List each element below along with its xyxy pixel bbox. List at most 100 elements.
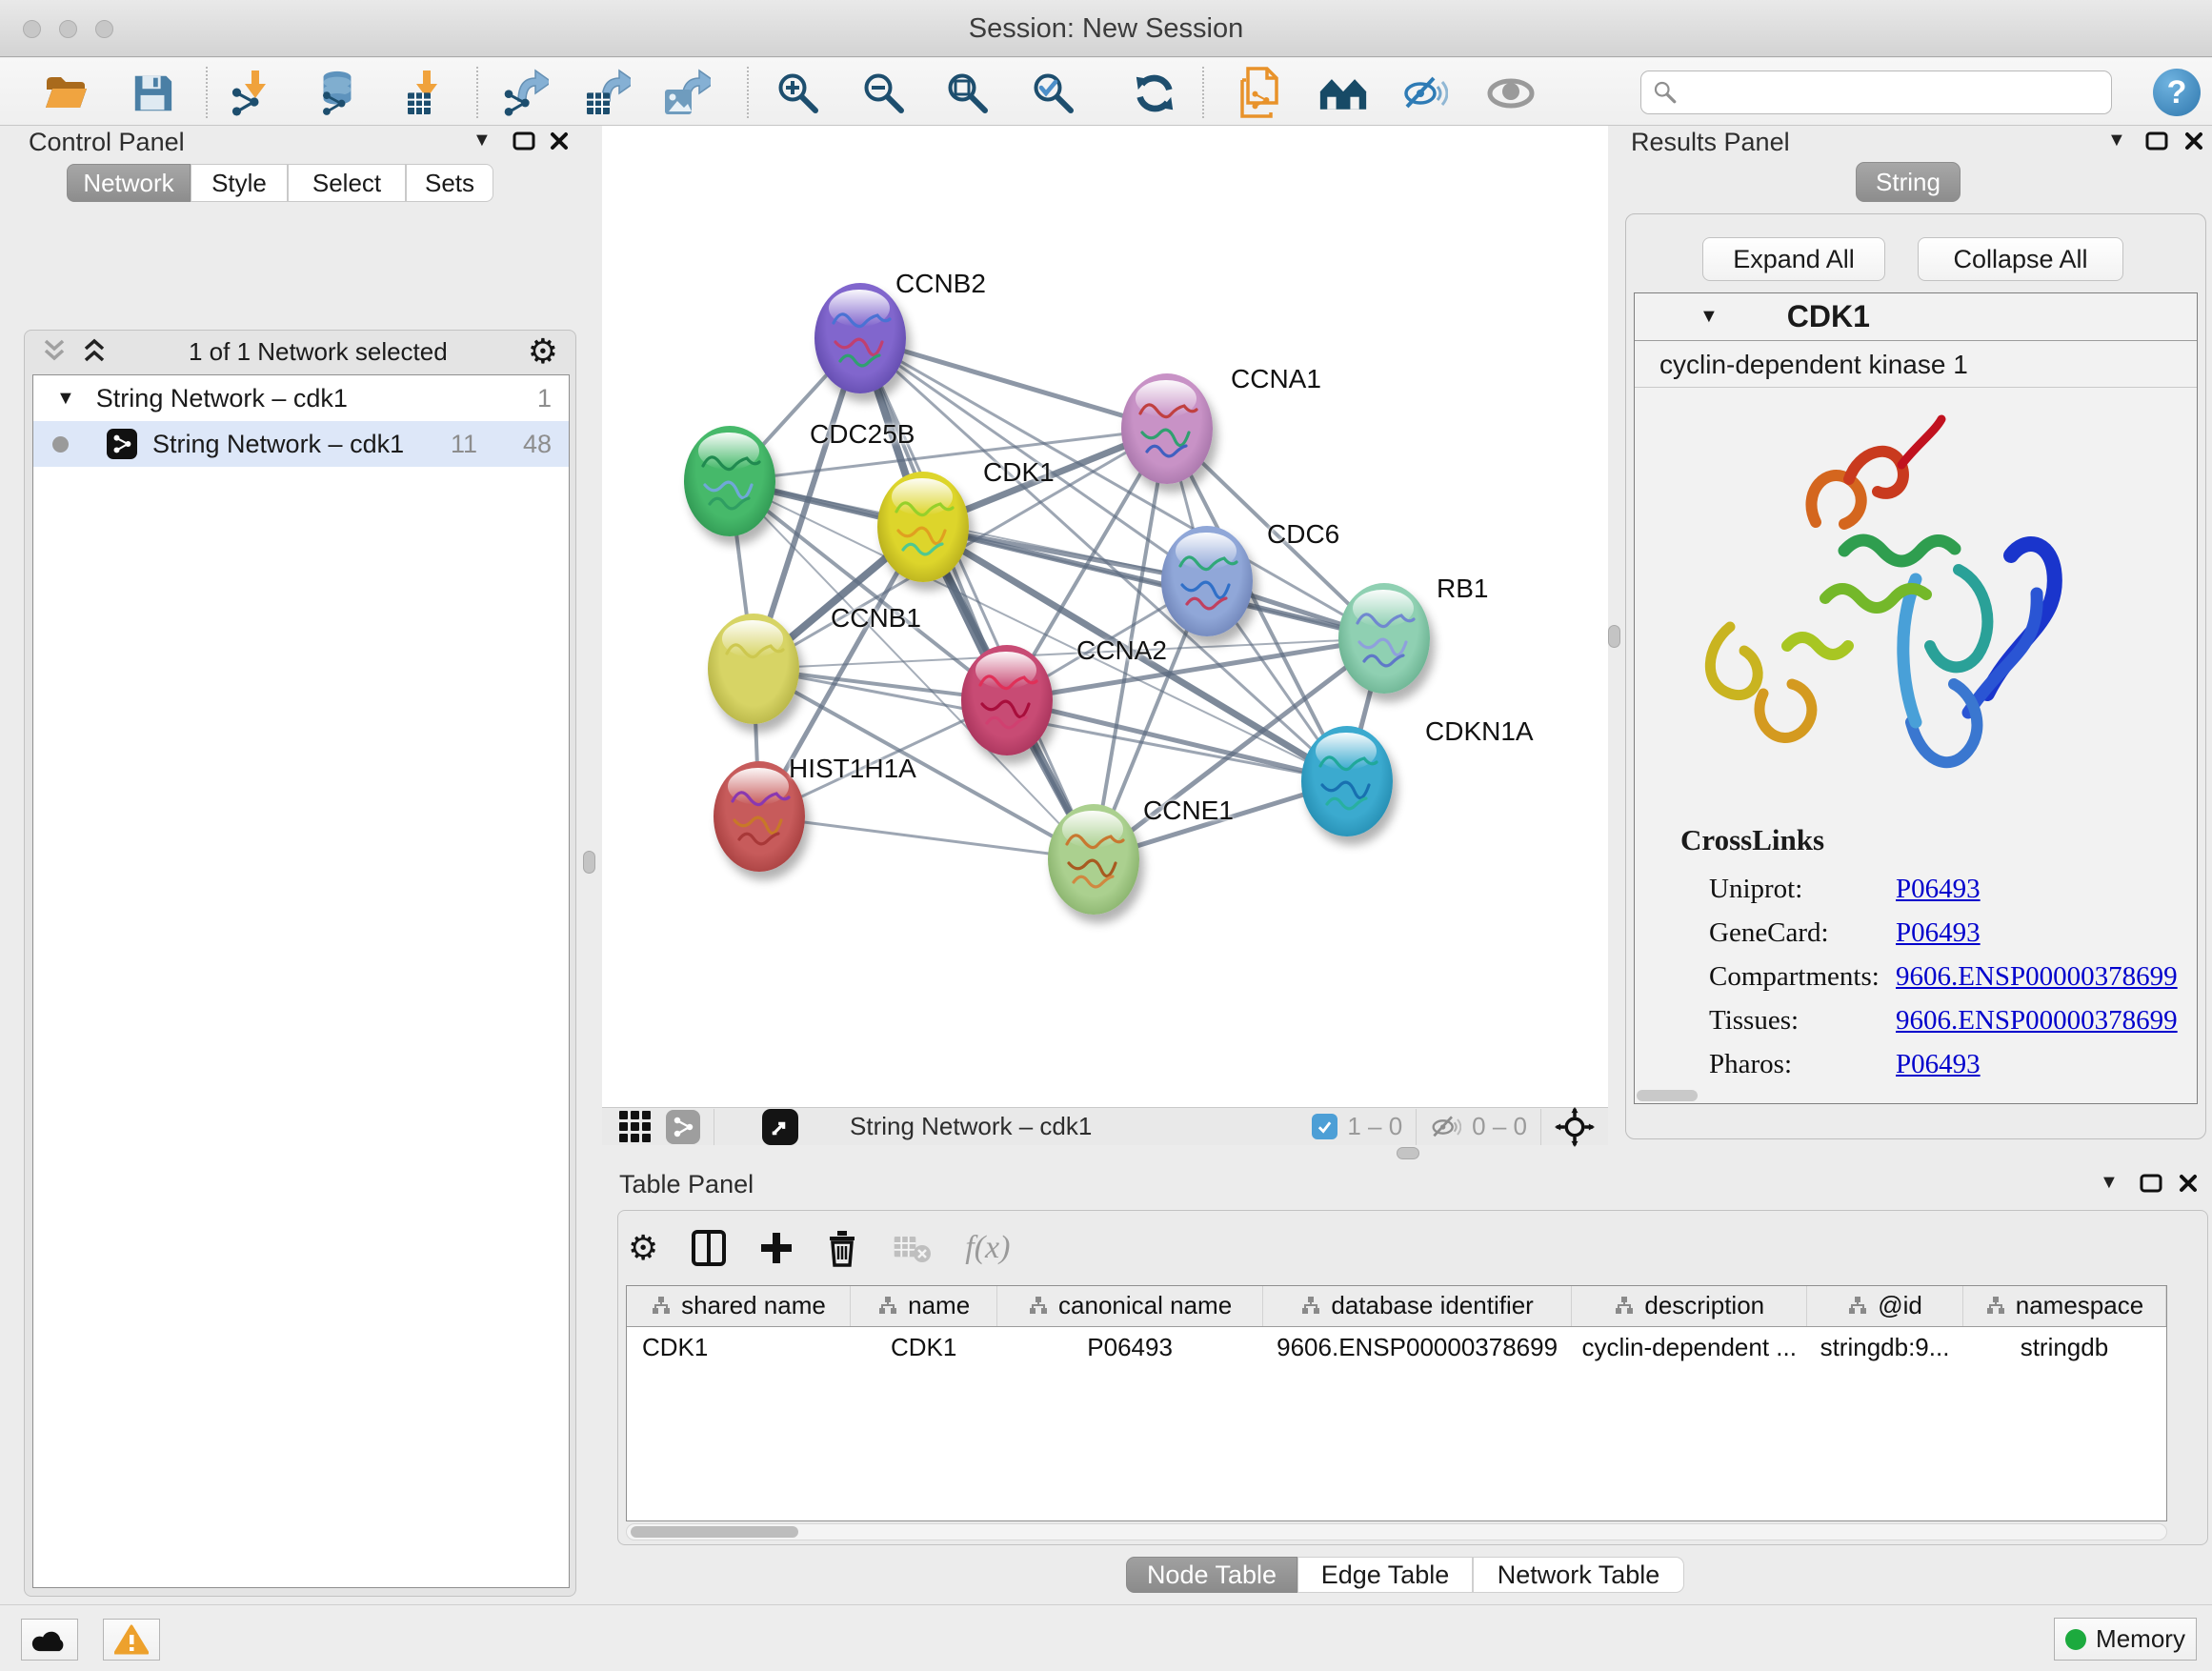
column-header-description[interactable]: description	[1572, 1286, 1807, 1326]
column-header-namespace[interactable]: namespace	[1962, 1286, 2165, 1326]
delete-table-icon[interactable]	[891, 1232, 933, 1264]
selected-checkbox-icon[interactable]	[1312, 1114, 1337, 1139]
collapse-all-icon[interactable]	[40, 337, 69, 366]
table-cell[interactable]: P06493	[997, 1326, 1262, 1368]
refresh-icon[interactable]	[1130, 69, 1179, 118]
delete-column-icon[interactable]	[826, 1229, 858, 1267]
table-panel-menu-icon[interactable]: ▼	[2100, 1172, 2119, 1194]
results-panel-close-icon[interactable]	[2183, 131, 2204, 151]
column-header-name[interactable]: name	[850, 1286, 996, 1326]
network-node-CCNE1[interactable]	[1048, 804, 1139, 915]
tab-node-table[interactable]: Node Table	[1126, 1557, 1297, 1593]
search-input[interactable]	[1678, 78, 2111, 108]
birdseye-crosshair-icon[interactable]	[1555, 1107, 1595, 1147]
network-node-CDC25B[interactable]	[684, 426, 775, 536]
network-edge[interactable]	[1007, 700, 1347, 781]
import-network-file-icon[interactable]	[227, 69, 276, 118]
table-options-gear-icon[interactable]: ⚙	[628, 1231, 658, 1265]
tab-network-table[interactable]: Network Table	[1473, 1557, 1684, 1593]
toolbar-search[interactable]	[1640, 70, 2112, 114]
table-cell[interactable]: 9606.ENSP00000378699	[1262, 1326, 1572, 1368]
cloud-button[interactable]	[21, 1619, 78, 1661]
table-hscrollbar[interactable]	[626, 1523, 2167, 1540]
home-icon[interactable]	[1318, 69, 1368, 118]
crosslink-link[interactable]: P06493	[1896, 1049, 1981, 1080]
tab-style[interactable]: Style	[191, 164, 288, 202]
protein-header[interactable]: ▼ CDK1	[1635, 293, 2197, 341]
export-image-icon[interactable]	[661, 69, 711, 118]
zoom-in-icon[interactable]	[774, 69, 823, 118]
import-network-database-icon[interactable]	[312, 69, 362, 118]
tab-network[interactable]: Network	[67, 164, 191, 202]
table-cell[interactable]: cyclin-dependent ...	[1572, 1326, 1807, 1368]
save-session-icon[interactable]	[128, 69, 177, 118]
export-table-icon[interactable]	[581, 69, 631, 118]
protein-collapse-icon[interactable]: ▼	[1699, 306, 1719, 328]
network-node-CCNB1[interactable]	[708, 614, 799, 724]
control-panel-menu-icon[interactable]: ▼	[473, 130, 492, 151]
hidden-eye-icon[interactable]	[1430, 1112, 1462, 1142]
table-panel-close-icon[interactable]	[2178, 1173, 2199, 1194]
results-hscroll-thumb[interactable]	[1637, 1090, 1698, 1101]
table-cell[interactable]: stringdb	[1962, 1326, 2165, 1368]
network-node-CDC6[interactable]	[1161, 526, 1253, 636]
tab-sets[interactable]: Sets	[406, 164, 493, 202]
results-panel-menu-icon[interactable]: ▼	[2107, 130, 2126, 151]
string-import-file-icon[interactable]	[1238, 69, 1288, 118]
detach-view-icon[interactable]	[762, 1109, 798, 1145]
expand-all-button[interactable]: Expand All	[1702, 237, 1885, 281]
node-label-CCNB2: CCNB2	[895, 269, 986, 299]
table-cell[interactable]: stringdb:9...	[1807, 1326, 1963, 1368]
hide-glass-eye-icon[interactable]	[1400, 69, 1450, 118]
network-canvas[interactable]: CCNB2CCNA1CDC25BCDK1CDC6RB1CCNB1CCNA2CDK…	[602, 126, 1608, 1107]
table-cell[interactable]: CDK1	[850, 1326, 996, 1368]
network-collection-row[interactable]: ▼ String Network – cdk1 1	[33, 375, 569, 421]
table-panel-float-icon[interactable]	[2140, 1174, 2162, 1193]
tab-edge-table[interactable]: Edge Table	[1297, 1557, 1473, 1593]
network-row-selected[interactable]: String Network – cdk1 11 48	[33, 421, 569, 467]
import-table-icon[interactable]	[398, 69, 448, 118]
collapse-all-button[interactable]: Collapse All	[1918, 237, 2123, 281]
crosslink-link[interactable]: P06493	[1896, 917, 1981, 949]
network-node-CDK1[interactable]	[877, 472, 969, 582]
zoom-fit-icon[interactable]	[943, 69, 993, 118]
network-node-CCNA1[interactable]	[1121, 373, 1213, 484]
network-options-gear-icon[interactable]: ⚙	[528, 334, 558, 369]
control-panel-float-icon[interactable]	[513, 131, 535, 151]
show-columns-icon[interactable]	[691, 1229, 727, 1267]
expand-all-icon[interactable]	[80, 337, 109, 366]
show-eye-icon[interactable]	[1486, 69, 1536, 118]
zoom-out-icon[interactable]	[859, 69, 909, 118]
network-node-CCNA2[interactable]	[961, 645, 1053, 755]
edge-count: 48	[523, 430, 552, 459]
left-splitter-handle[interactable]	[583, 851, 595, 874]
fx-function-icon[interactable]: f(x)	[965, 1230, 1010, 1266]
column-header--id[interactable]: @id	[1807, 1286, 1963, 1326]
column-header-shared-name[interactable]: shared name	[627, 1286, 850, 1326]
column-header-database-identifier[interactable]: database identifier	[1262, 1286, 1572, 1326]
warnings-button[interactable]	[103, 1619, 160, 1661]
zoom-selected-icon[interactable]	[1029, 69, 1078, 118]
open-session-icon[interactable]	[42, 69, 91, 118]
network-edge[interactable]	[759, 816, 1094, 859]
table-row[interactable]: CDK1CDK1P064939606.ENSP00000378699cyclin…	[627, 1326, 2166, 1368]
string-view-icon[interactable]	[666, 1110, 700, 1144]
memory-button[interactable]: Memory	[2054, 1618, 2197, 1661]
help-button[interactable]: ?	[2153, 69, 2201, 116]
network-node-RB1[interactable]	[1338, 583, 1430, 694]
tab-select[interactable]: Select	[288, 164, 406, 202]
crosslink-link[interactable]: 9606.ENSP00000378699	[1896, 961, 2178, 993]
control-panel-close-icon[interactable]	[549, 131, 570, 151]
crosslink-link[interactable]: P06493	[1896, 874, 1981, 905]
table-cell[interactable]: CDK1	[627, 1326, 850, 1368]
column-header-canonical-name[interactable]: canonical name	[997, 1286, 1262, 1326]
network-node-CDKN1A[interactable]	[1301, 726, 1393, 836]
add-column-icon[interactable]	[759, 1231, 794, 1265]
network-node-CCNB2[interactable]	[814, 283, 906, 393]
grid-view-icon[interactable]	[619, 1111, 651, 1142]
export-network-icon[interactable]	[499, 69, 549, 118]
crosslink-link[interactable]: 9606.ENSP00000378699	[1896, 1005, 2178, 1037]
results-panel-float-icon[interactable]	[2145, 131, 2168, 151]
collection-expand-icon[interactable]: ▼	[56, 388, 75, 410]
tab-string[interactable]: String	[1856, 162, 1961, 202]
